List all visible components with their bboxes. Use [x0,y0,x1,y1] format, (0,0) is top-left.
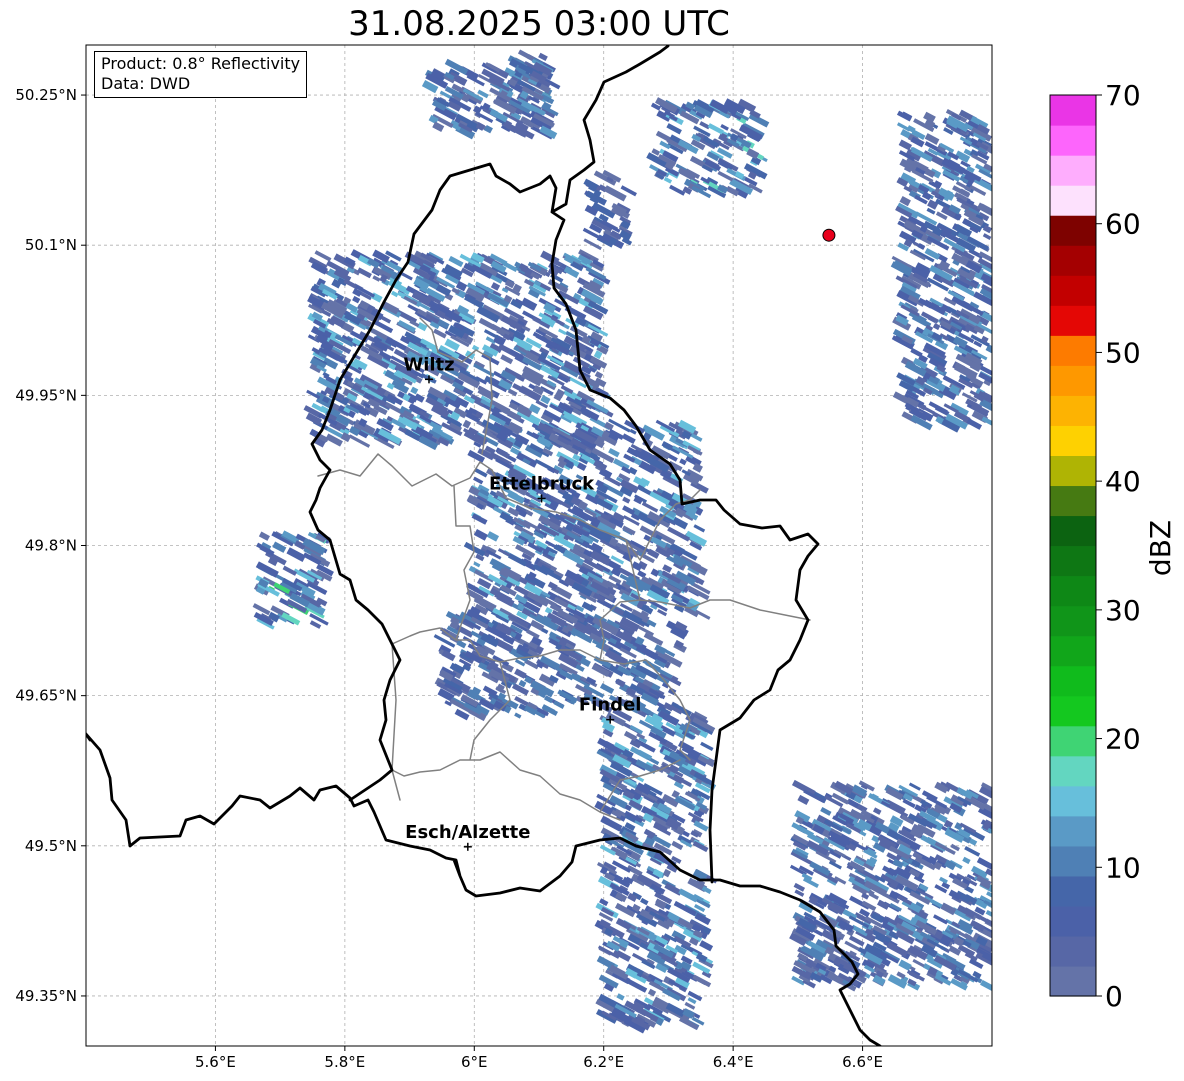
lat-tick-label: 49.95°N [15,386,77,404]
city-label: Ettelbruck [489,473,595,494]
lat-tick-label: 49.35°N [15,987,77,1005]
lon-tick-label: 6°E [461,1053,488,1071]
city-label: Findel [579,695,642,716]
lon-tick-label: 6.4°E [713,1053,754,1071]
info-data-source: Data: DWD [101,74,191,93]
city-label: Wiltz [403,354,454,375]
lat-tick-label: 49.5°N [25,837,77,855]
lat-tick-label: 49.65°N [15,687,77,705]
lat-tick-label: 49.8°N [25,537,77,555]
radar-site-marker [822,228,836,242]
lon-tick-label: 6.2°E [583,1053,624,1071]
lat-tick-label: 50.25°N [15,86,77,104]
info-product: Product: 0.8° Reflectivity [101,54,301,73]
info-box: Product: 0.8° Reflectivity Data: DWD [94,51,308,98]
radar-map: Wiltz Ettelbruck Findel Esch/Alzette 50.25°… [15,44,993,1071]
lon-tick-label: 5.6°E [195,1053,236,1071]
city-label: Esch/Alzette [405,822,530,843]
lat-tick-label: 50.1°N [25,236,77,254]
lon-tick-label: 6.6°E [842,1053,883,1071]
lon-tick-label: 5.8°E [324,1053,365,1071]
